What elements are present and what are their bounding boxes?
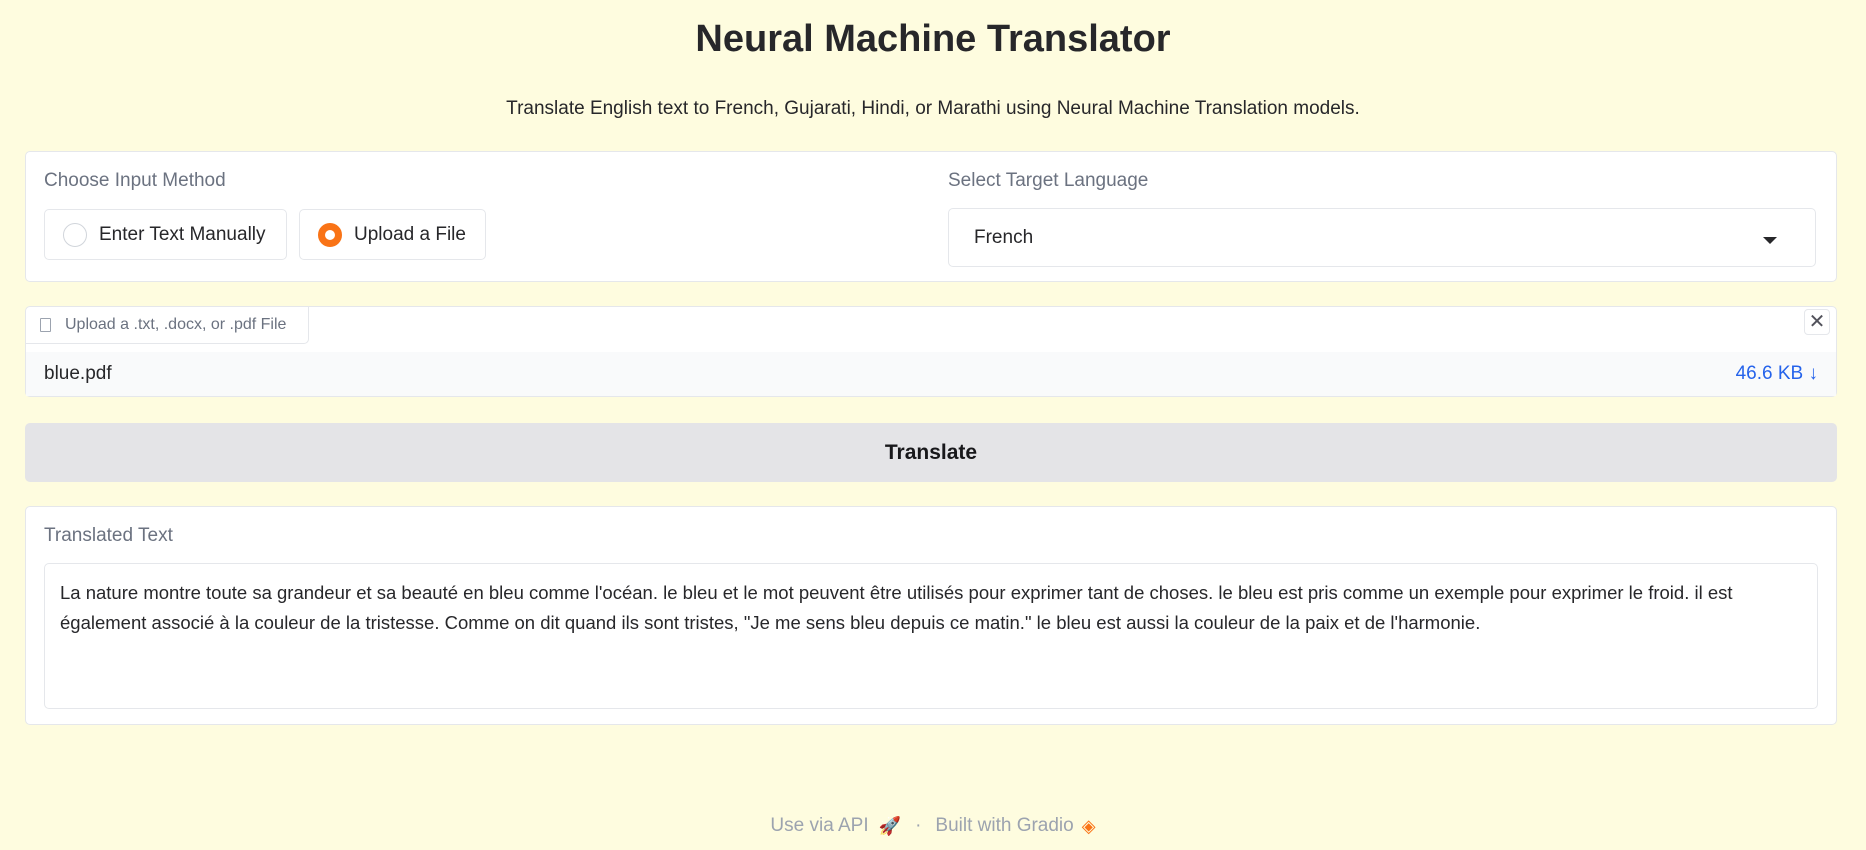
uploaded-file-row: blue.pdf 46.6 KB ↓: [26, 352, 1836, 396]
footer-separator: ·: [915, 815, 922, 836]
translated-text-label: Translated Text: [44, 525, 173, 546]
input-method-label: Choose Input Method: [44, 170, 226, 191]
selected-language: French: [974, 226, 1034, 248]
translated-text-output[interactable]: La nature montre toute sa grandeur et sa…: [44, 563, 1818, 709]
radio-label: Enter Text Manually: [99, 223, 266, 245]
close-icon: ✕: [1808, 311, 1826, 333]
file-upload-label-text: Upload a .txt, .docx, or .pdf File: [65, 316, 287, 333]
file-name: blue.pdf: [44, 363, 112, 384]
file-upload-label: Upload a .txt, .docx, or .pdf File: [26, 307, 309, 344]
translate-button[interactable]: Translate: [25, 423, 1837, 482]
radio-upload-a-file[interactable]: Upload a File: [299, 209, 486, 260]
file-download-link[interactable]: 46.6 KB ↓: [1736, 363, 1818, 385]
output-panel: Translated Text La nature montre toute s…: [25, 506, 1837, 725]
radio-unchecked-icon: [63, 222, 87, 247]
radio-enter-text-manually[interactable]: Enter Text Manually: [44, 209, 287, 260]
file-upload-panel: Upload a .txt, .docx, or .pdf File ✕ blu…: [25, 306, 1837, 397]
radio-label: Upload a File: [354, 223, 466, 245]
rocket-icon: 🚀: [878, 815, 902, 836]
page-title: Neural Machine Translator: [695, 18, 1171, 60]
target-language-label: Select Target Language: [948, 170, 1149, 191]
radio-checked-icon: [318, 222, 342, 247]
chevron-down-icon: [1763, 237, 1777, 244]
built-with-gradio-link[interactable]: Built with Gradio: [935, 815, 1073, 837]
target-language-dropdown[interactable]: French: [948, 208, 1816, 267]
clear-file-button[interactable]: ✕: [1804, 309, 1830, 335]
app-page: Neural Machine Translator Translate Engl…: [0, 0, 1866, 850]
options-panel: Choose Input Method Enter Text Manually …: [25, 151, 1837, 282]
gradio-logo-icon: ◈: [1081, 815, 1096, 836]
page-subtitle: Translate English text to French, Gujara…: [506, 98, 1360, 119]
footer: Use via API 🚀 · Built with Gradio ◈: [0, 815, 1866, 837]
use-via-api-link[interactable]: Use via API: [770, 815, 868, 837]
file-icon: [40, 318, 51, 332]
